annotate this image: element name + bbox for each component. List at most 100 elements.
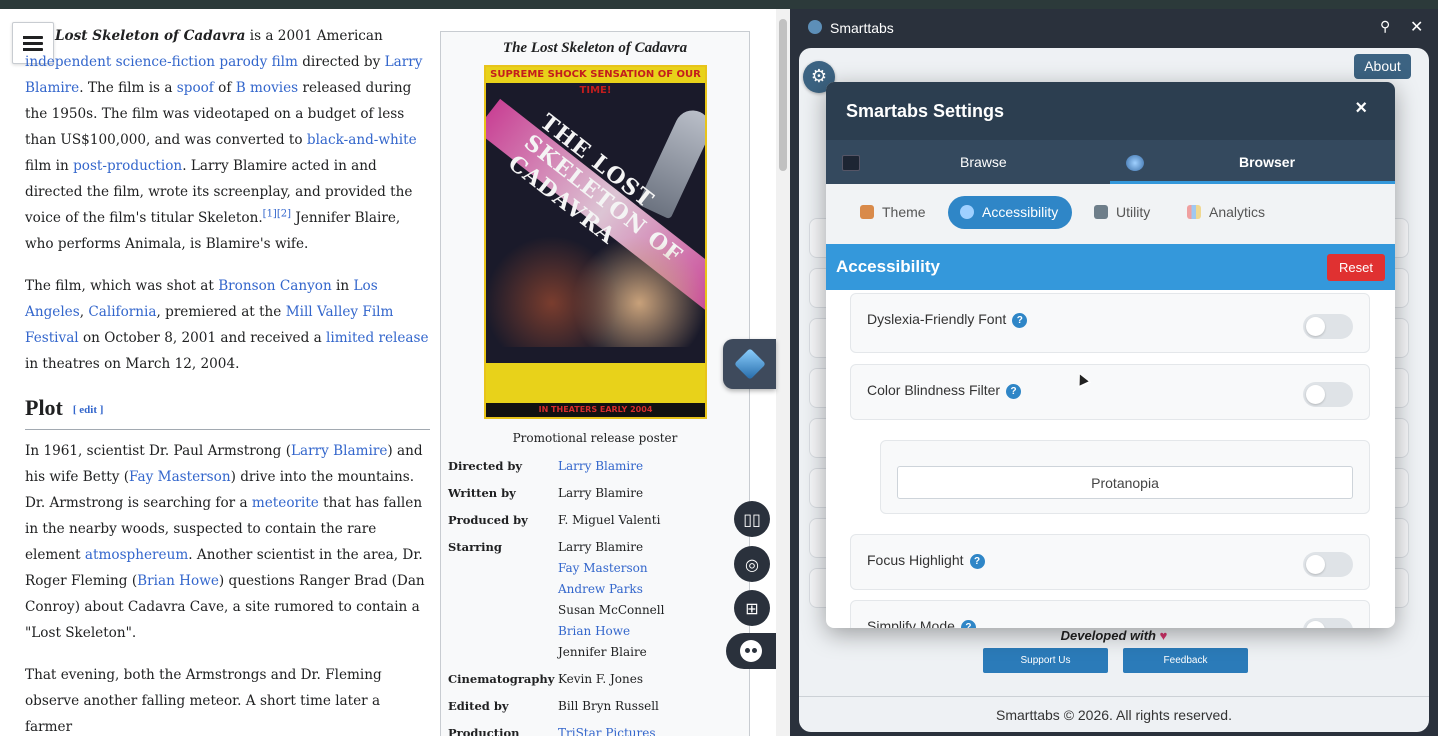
option-color-blindness: Color Blindness Filter? (850, 364, 1370, 420)
simplify-mode-toggle[interactable] (1303, 618, 1353, 628)
article-link[interactable]: Larry Blamire (291, 443, 387, 459)
chart-icon (1187, 205, 1201, 219)
tab-brawse[interactable]: Brawse (842, 140, 1007, 184)
article-link[interactable]: post-production (73, 158, 182, 174)
panel-header: Smarttabs ⚲ ✕ (790, 9, 1438, 47)
release-paragraph: The film, which was shot at Bronson Cany… (25, 273, 430, 377)
article-scrollbar[interactable] (776, 9, 790, 736)
infobox-text: Larry Blamire (558, 486, 644, 500)
poster-caption: Promotional release poster (512, 431, 678, 445)
palette-icon (860, 205, 874, 219)
article-text: directed by (297, 54, 385, 70)
infobox-value: Kevin F. Jones (558, 669, 744, 690)
article-text: in (331, 278, 354, 294)
movie-poster-image[interactable]: SUPREME SHOCK SENSATION OF OUR TIME! THE… (484, 65, 707, 419)
infobox-rows: Directed by Larry Blamire Written by Larry … (448, 456, 744, 736)
article-link[interactable]: spoof (177, 80, 214, 96)
article-link[interactable]: independent science-fiction parody film (25, 54, 298, 70)
article-link[interactable]: limited release (326, 330, 429, 346)
plot-paragraph: In 1961, scientist Dr. Paul Armstrong (L… (25, 438, 430, 646)
developed-with-text: Developed with ♥ (1060, 628, 1168, 643)
infobox-title: The Lost Skeleton of Cadavra (502, 40, 688, 56)
tab-theme[interactable]: Theme (848, 196, 940, 229)
article-text: That evening, both the Armstrongs and Dr… (25, 666, 382, 735)
help-icon[interactable]: ? (1012, 313, 1028, 328)
infobox-link[interactable]: Larry Blamire (558, 459, 643, 473)
option-simplify-mode: Simplify Mode? (850, 600, 1370, 628)
tab-browser[interactable]: Browser (1126, 140, 1295, 184)
tab-analytics[interactable]: Analytics (1175, 196, 1279, 229)
focus-highlight-toggle[interactable] (1303, 552, 1353, 577)
tab-accessibility[interactable]: Accessibility (948, 196, 1073, 229)
article-link[interactable]: Fay Masterson (129, 469, 231, 485)
cube-icon (734, 348, 766, 380)
option-focus-highlight: Focus Highlight? (850, 534, 1370, 590)
settings-sub-tabs: Theme Accessibility Utility Analytics (826, 184, 1395, 244)
edit-section-link[interactable]: [ edit ] (73, 404, 104, 416)
article-text: In 1961, scientist Dr. Paul Armstrong ( (25, 442, 292, 459)
infobox-label: Cinematography (448, 672, 555, 686)
article-link[interactable]: Bronson Canyon (218, 278, 332, 294)
wiki-article-pane: Lost Skeleton of Cadavra is a 2001 Ameri… (0, 9, 776, 736)
color-filter-select-wrap: Protanopia (880, 440, 1370, 514)
article-link[interactable]: black-and-white (307, 132, 417, 148)
pin-icon[interactable]: ⚲ (1380, 18, 1390, 35)
about-button[interactable]: About (1354, 54, 1411, 79)
infobox-row: Directed by Larry Blamire (448, 456, 744, 477)
infobox-row: Produced by F. Miguel Valenti (448, 510, 744, 531)
bot-face-icon (740, 640, 762, 662)
help-icon[interactable]: ? (1006, 384, 1022, 399)
article-link[interactable]: California (88, 304, 156, 320)
color-filter-select[interactable]: Protanopia (897, 466, 1353, 499)
audio-button[interactable]: ◎ (734, 546, 770, 582)
color-blindness-toggle[interactable] (1303, 382, 1353, 407)
tab-utility[interactable]: Utility (1082, 196, 1164, 229)
infobox-value: TriStar Pictures (558, 723, 744, 736)
assistant-button[interactable] (726, 633, 776, 669)
article-body: Lost Skeleton of Cadavra is a 2001 Ameri… (25, 23, 430, 736)
close-icon[interactable]: ✕ (1410, 17, 1423, 37)
support-us-button[interactable]: Support Us (983, 648, 1108, 673)
infobox-link[interactable]: Fay Masterson (558, 561, 648, 575)
infobox-link[interactable]: TriStar Pictures (558, 726, 656, 736)
feedback-button[interactable]: Feedback (1123, 648, 1248, 673)
article-link[interactable]: meteorite (252, 495, 319, 511)
article-text: of (213, 80, 236, 96)
modal-close-button[interactable]: × (1355, 97, 1367, 120)
dyslexia-font-toggle[interactable] (1303, 314, 1353, 339)
infobox-label: Edited by (448, 699, 509, 713)
article-text: The film, which was shot at (25, 278, 219, 294)
infobox-label: Directed by (448, 459, 523, 473)
infobox-value: Larry Blamire (558, 483, 744, 504)
help-icon[interactable]: ? (969, 554, 985, 569)
help-icon[interactable]: ? (960, 620, 976, 628)
infobox-text: Kevin F. Jones (558, 672, 644, 686)
smarttabs-logo-icon (808, 20, 822, 34)
infobox-label: Production companies (448, 726, 520, 736)
poster-tagline: SUPREME SHOCK SENSATION OF OUR TIME! (486, 67, 705, 96)
smarttabs-launcher-button[interactable] (723, 339, 776, 389)
plot-heading: Plot[ edit ] (25, 393, 430, 430)
article-text: Lost Skeleton of Cadavra (55, 28, 246, 44)
article-link[interactable]: B movies (236, 80, 298, 96)
brawse-logo-icon (842, 155, 860, 172)
reset-button[interactable]: Reset (1327, 254, 1385, 281)
panel-footer: Smarttabs © 2026. All rights reserved. (996, 707, 1232, 723)
infobox-value: Larry Blamire (558, 456, 744, 477)
article-link[interactable]: atmospherеum (85, 547, 188, 563)
infobox-label: Starring (448, 540, 502, 554)
reader-mode-button[interactable]: ▯▯ (734, 501, 770, 537)
globe-icon (1126, 155, 1144, 172)
poster-release-line: IN THEATERS EARLY 2004 (486, 403, 705, 417)
plot-paragraph-2: That evening, both the Armstrongs and Dr… (25, 662, 430, 736)
article-link[interactable]: [1][2] (263, 208, 291, 219)
infobox-link[interactable]: Brian Howe (558, 624, 630, 638)
apps-button[interactable]: ⊞ (734, 590, 770, 626)
infobox-text: Jennifer Blaire (558, 645, 647, 659)
infobox-link[interactable]: Andrew Parks (558, 582, 643, 596)
toolbox-icon (1094, 205, 1108, 219)
broadcast-icon: ◎ (745, 554, 759, 574)
modal-header: Smartabs Settings × (826, 82, 1395, 140)
article-link[interactable]: Brian Howe (137, 573, 219, 589)
scrollbar-thumb[interactable] (779, 19, 787, 171)
